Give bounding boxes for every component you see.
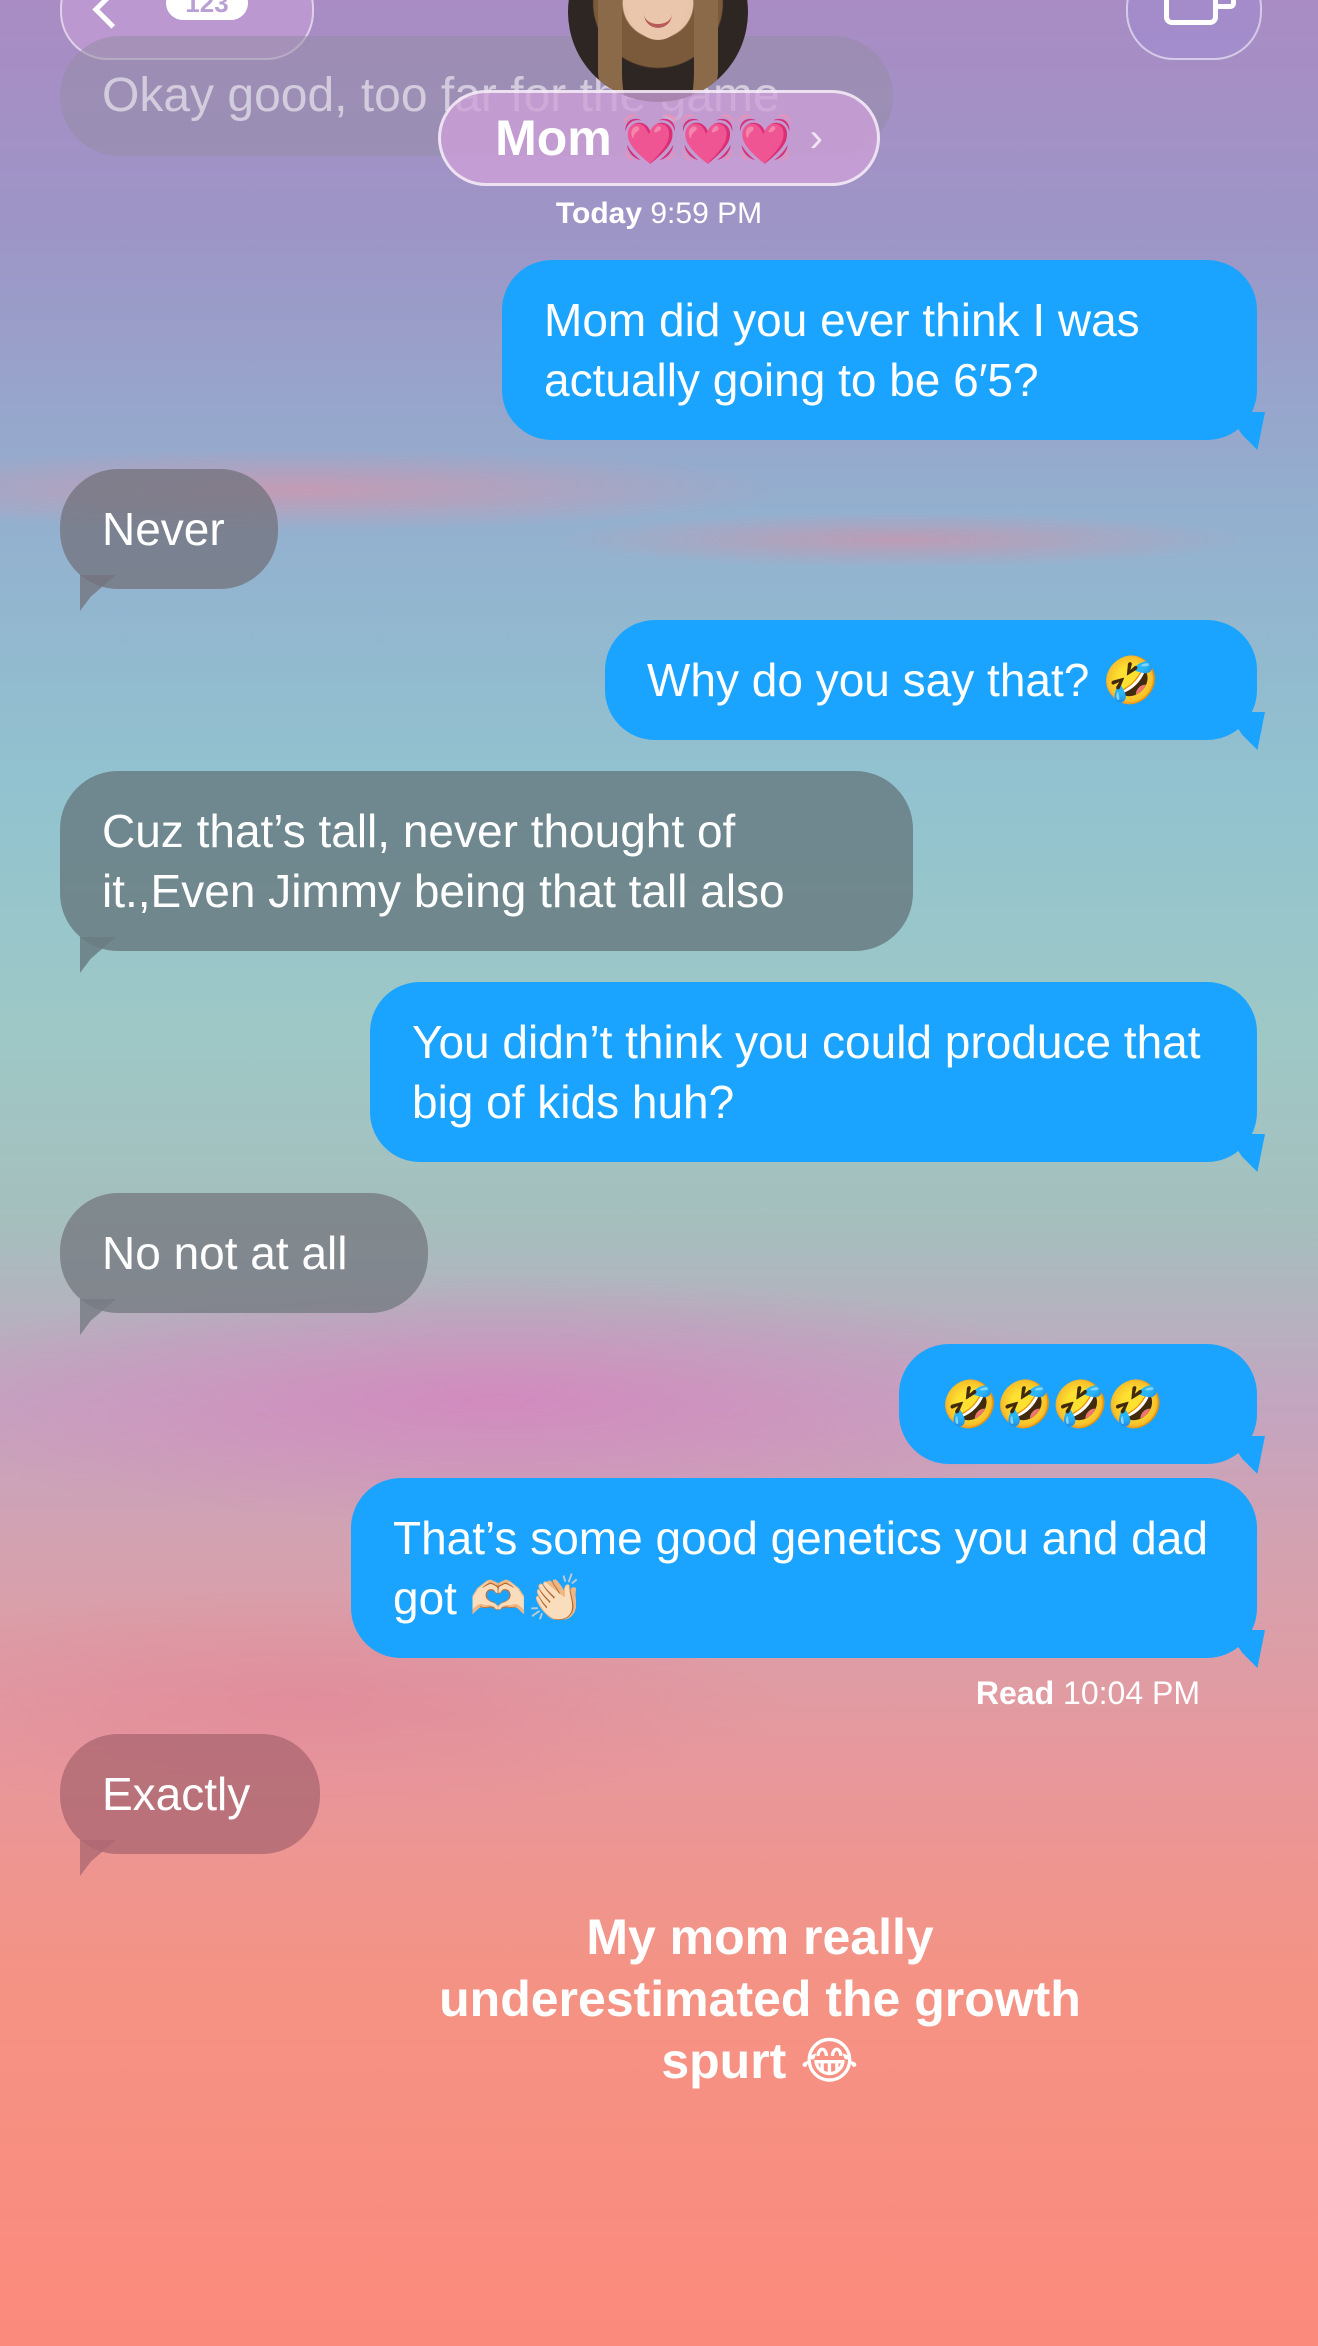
- contact-name-emoji: 💓💓💓: [621, 112, 794, 164]
- timestamp-time: 9:59 PM: [650, 197, 763, 230]
- unread-count-badge: 123: [166, 0, 248, 20]
- message-bubble-outgoing[interactable]: You didn’t think you could produce that …: [370, 982, 1257, 1162]
- contact-name-button[interactable]: Mom 💓💓💓 ›: [438, 90, 880, 186]
- message-bubble-outgoing[interactable]: Why do you say that? 🤣: [605, 620, 1257, 740]
- message-bubble-incoming[interactable]: Never: [60, 469, 278, 589]
- message-bubble-incoming[interactable]: No not at all: [60, 1193, 428, 1313]
- read-receipt: Read 10:04 PM: [900, 1675, 1200, 1712]
- video-camera-icon: [1164, 0, 1236, 25]
- overlay-caption: My mom really underestimated the growth …: [439, 1909, 1081, 2089]
- read-receipt-label: Read: [975, 1675, 1055, 1711]
- chevron-right-icon: ›: [809, 115, 823, 160]
- message-bubble-outgoing[interactable]: 🤣🤣🤣🤣: [899, 1344, 1257, 1464]
- message-bubble-outgoing[interactable]: Mom did you ever think I was actually go…: [502, 260, 1257, 440]
- timestamp-day: Today: [555, 197, 643, 230]
- conversation-timestamp: Today 9:59 PM: [0, 197, 1318, 231]
- chevron-left-icon: [92, 0, 131, 29]
- message-bubble-incoming[interactable]: Cuz that’s tall, never thought of it.,Ev…: [60, 771, 913, 951]
- contact-name: Mom: [495, 110, 612, 166]
- message-bubble-outgoing[interactable]: That’s some good genetics you and dad go…: [351, 1478, 1257, 1658]
- facetime-button[interactable]: [1126, 0, 1262, 60]
- message-bubble-incoming[interactable]: Exactly: [60, 1734, 320, 1854]
- read-receipt-time: 10:04 PM: [1063, 1675, 1200, 1711]
